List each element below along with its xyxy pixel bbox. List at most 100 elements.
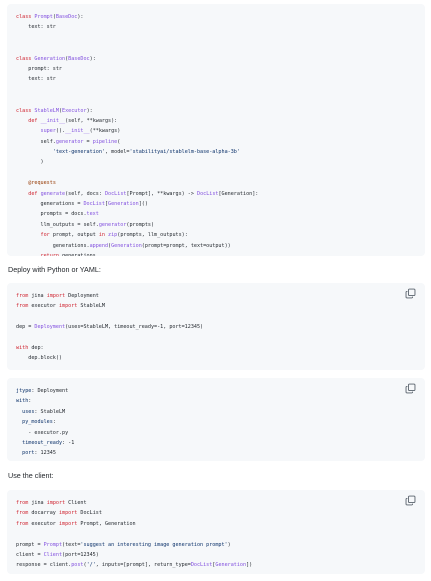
code-token: , model= <box>104 149 130 156</box>
code-token: StableLM <box>80 303 105 310</box>
code-line: jtype: Deployment <box>16 386 416 396</box>
code-line: class Prompt(BaseDoc): <box>16 12 416 22</box>
code-token: ]() <box>138 201 148 208</box>
code-token: Deployment <box>68 293 99 299</box>
code-token: @requests <box>28 180 56 187</box>
code-token: from <box>16 510 32 517</box>
code-token: BaseDoc <box>68 55 90 62</box>
code-token: def <box>28 117 41 124</box>
client-code-block: from jina import Client from docarray imp… <box>7 490 425 574</box>
code-token: Generation <box>111 242 142 249</box>
code-line: timeout_ready: -1 <box>16 438 416 448</box>
code-token: : <box>52 419 56 426</box>
code-token: (prompts) <box>126 221 155 228</box>
code-line: class StableLM(Executor): <box>16 106 416 116</box>
copy-button[interactable] <box>405 288 416 299</box>
code-token: append <box>89 242 109 249</box>
code-token: import <box>58 303 81 310</box>
code-token: jtype <box>16 388 32 394</box>
code-line: client = Client(port=12345) <box>16 550 416 560</box>
code-token: Generation <box>108 201 139 208</box>
code-token: DocList <box>190 562 213 569</box>
code-line: self.generator = pipeline( <box>16 137 416 147</box>
code-token: for <box>40 232 53 239</box>
code-token: dep: <box>31 344 44 351</box>
code-token: prompts = docs. <box>16 211 87 218</box>
code-line: uses: StableLM <box>16 407 416 417</box>
copy-icon <box>405 495 416 506</box>
code-token: from <box>16 500 32 506</box>
code-token: (prompt=prompt, text=output)) <box>141 242 231 249</box>
deploy-python-code-block: from jina import Deployment from executor… <box>7 283 425 370</box>
code-token: (). <box>55 128 66 135</box>
code-token: class <box>16 107 35 114</box>
code-line: from jina import Client <box>16 498 416 508</box>
code-token: return <box>40 252 63 256</box>
code-token: prompt: str <box>16 65 63 72</box>
code-token: (prompts, llm_outputs): <box>117 232 188 239</box>
code-token: (port=12345) <box>62 551 99 558</box>
code-line: with: <box>16 396 416 406</box>
code-token: Deployment <box>34 324 66 331</box>
code-line: llm_outputs = self.generator(prompts) <box>16 220 416 230</box>
code-token: ( <box>117 138 121 145</box>
code-token: import <box>46 293 69 299</box>
code-token: generator <box>55 138 84 145</box>
code-line: dep = Deployment(uses=StableLM, timeout_… <box>16 322 416 332</box>
code-line: 'text-generation', model='stabilityai/st… <box>16 147 416 157</box>
code-line: response = client.post('/', inputs=[prom… <box>16 560 416 570</box>
code-token: ) <box>227 541 231 548</box>
code-token: pipeline <box>92 138 118 145</box>
code-line: from executor import StableLM <box>16 301 416 311</box>
copy-button[interactable] <box>405 495 416 506</box>
code-line: from executor import Prompt, Generation <box>16 519 416 529</box>
code-token: prompt, output <box>52 232 99 239</box>
code-token: 'stabilityai/stablelm-base-alpha-3b' <box>129 149 240 156</box>
code-token: DocList <box>197 190 219 197</box>
copy-icon <box>405 383 416 394</box>
code-line: for prompt, output in zip(prompts, llm_o… <box>16 230 416 240</box>
code-line: @requests <box>16 178 416 188</box>
code-token: Client <box>68 500 87 506</box>
client-instructions-text: Use the client: <box>8 471 54 480</box>
copy-icon <box>405 288 416 299</box>
code-token: : -1 <box>62 439 75 446</box>
code-token: jina <box>31 293 47 299</box>
code-token: executor <box>31 520 59 527</box>
code-line: with dep: <box>16 343 416 353</box>
code-token: text: str <box>16 24 56 31</box>
code-token: ): <box>89 55 96 62</box>
code-token: timeout_ready <box>22 439 63 446</box>
code-token: generations <box>62 252 96 256</box>
code-token: : 12345 <box>34 450 56 457</box>
code-token: response = client. <box>16 562 72 569</box>
code-token: [Generation]: <box>218 190 259 197</box>
code-token: from <box>16 293 32 299</box>
code-token: post <box>71 562 84 569</box>
copy-button[interactable] <box>405 383 416 394</box>
code-token: (self, **kwargs): <box>65 117 118 124</box>
code-token: text: str <box>16 76 56 83</box>
code-token: self. <box>16 138 56 145</box>
code-line: ) <box>16 157 416 167</box>
code-token: ): <box>86 107 93 114</box>
code-token: DocList <box>83 201 105 208</box>
code-line: super().__init__(**kwargs) <box>16 126 416 136</box>
code-token: from <box>16 303 32 310</box>
code-token: : Deployment <box>31 388 69 394</box>
code-line: def generate(self, docs: DocList[Prompt]… <box>16 189 416 199</box>
code-token: llm_outputs = self. <box>16 221 99 228</box>
code-token: DocList <box>80 510 102 517</box>
code-line: generations = DocList[Generation]() <box>16 199 416 209</box>
code-token: class <box>16 14 35 20</box>
code-token: Generation <box>34 55 66 62</box>
